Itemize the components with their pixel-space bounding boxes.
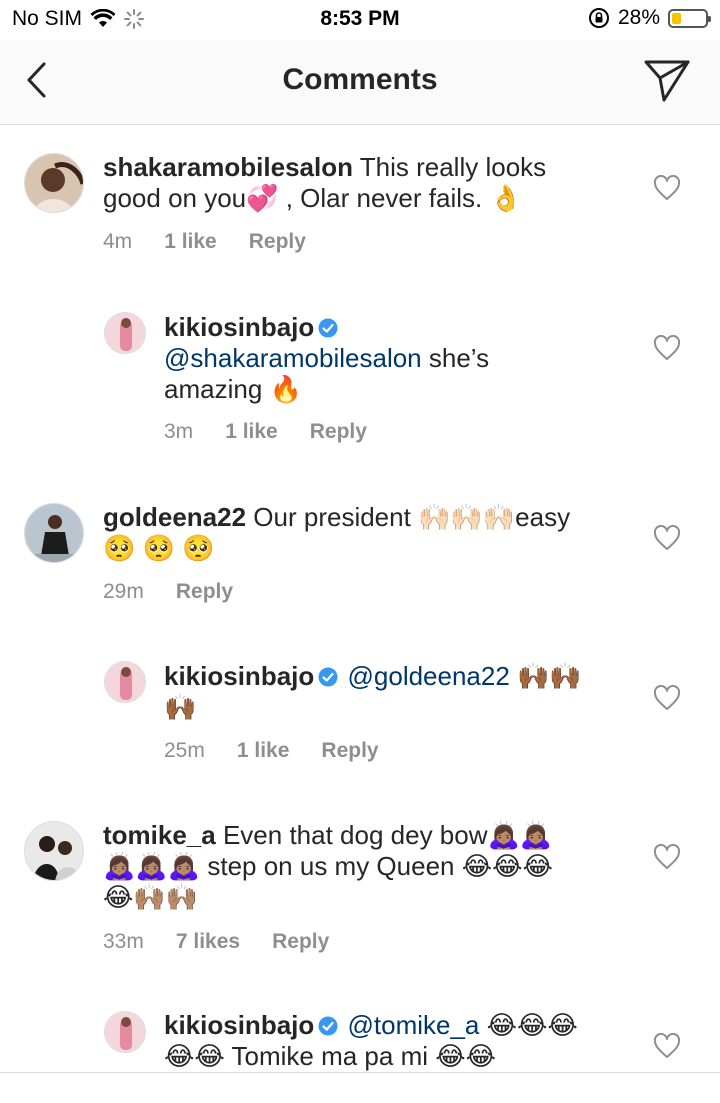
battery-icon	[668, 8, 711, 28]
verified-badge-icon	[318, 1016, 338, 1036]
comment-meta: 3m 1 like Reply	[164, 420, 367, 444]
avatar-image	[105, 1012, 145, 1052]
battery-level	[672, 12, 681, 24]
comment-time: 3m	[164, 420, 194, 443]
like-count[interactable]: 1 like	[164, 230, 217, 254]
comment-text-line: 😂🙌🏽🙌🏽	[103, 882, 199, 912]
header: Comments	[0, 40, 720, 125]
reply-item: kikiosinbajo @shakaramobilesalon she’s a…	[0, 285, 720, 445]
comment-text-line: 😂😂😂	[486, 1010, 578, 1040]
comment-composer-bar	[0, 1072, 720, 1103]
avatar[interactable]	[24, 153, 84, 213]
comment-text: kikiosinbajo @tomike_a 😂😂😂 😂😂 Tomike ma …	[164, 1010, 624, 1071]
heart-icon[interactable]	[653, 335, 681, 361]
battery-percent: 28%	[617, 6, 660, 29]
comment-meta: 4m 1 like Reply	[103, 230, 306, 254]
username[interactable]: kikiosinbajo	[164, 1010, 314, 1040]
page-title: Comments	[282, 63, 438, 96]
comment-text-line: amazing 🔥	[164, 374, 302, 404]
comment-text: kikiosinbajo @goldeena22 🙌🏾🙌🏾 🙌🏾	[164, 661, 624, 723]
comment-meta: 29m Reply	[103, 580, 233, 604]
heart-icon[interactable]	[653, 685, 681, 711]
comment-text-line: 🥺 🥺 🥺	[103, 533, 215, 563]
comment-time: 29m	[103, 580, 144, 603]
comment-text: goldeena22 Our president 🙌🏻🙌🏻🙌🏻easy 🥺 🥺 …	[103, 502, 623, 564]
username[interactable]: kikiosinbajo	[164, 661, 314, 691]
username[interactable]: goldeena22	[103, 502, 246, 532]
comment-item: goldeena22 Our president 🙌🏻🙌🏻🙌🏻easy 🥺 🥺 …	[0, 465, 720, 625]
mention-link[interactable]: @tomike_a	[348, 1010, 480, 1040]
like-count[interactable]: 1 like	[237, 739, 290, 763]
heart-icon[interactable]	[653, 1033, 681, 1059]
comment-text: kikiosinbajo @shakaramobilesalon she’s a…	[164, 312, 624, 405]
avatar[interactable]	[24, 821, 84, 881]
avatar[interactable]	[24, 503, 84, 563]
status-bar: No SIM 8:53 PM 28%	[0, 0, 720, 40]
comment-meta: 25m 1 like Reply	[164, 739, 379, 763]
comment-time: 25m	[164, 739, 205, 762]
reply-item: kikiosinbajo @tomike_a 😂😂😂 😂😂 Tomike ma …	[0, 975, 720, 1071]
avatar-image	[25, 504, 83, 562]
comment-time: 33m	[103, 930, 144, 953]
paper-plane-icon	[644, 60, 690, 102]
reply-item: kikiosinbajo @goldeena22 🙌🏾🙌🏾 🙌🏾 25m 1 l…	[0, 625, 720, 785]
comment-text: tomike_a Even that dog dey bow🙇🏽‍♀️🙇🏽‍♀️…	[103, 820, 623, 913]
avatar[interactable]	[104, 661, 146, 703]
comment-text-line: 🙌🏾	[164, 692, 197, 722]
username[interactable]: tomike_a	[103, 820, 216, 850]
comment-list: shakaramobilesalon This really looks goo…	[0, 125, 720, 1071]
avatar[interactable]	[104, 1011, 146, 1053]
comment-text-line: This really looks	[359, 152, 547, 182]
heart-icon[interactable]	[653, 175, 681, 201]
heart-icon[interactable]	[653, 525, 681, 551]
reply-button[interactable]: Reply	[176, 580, 233, 604]
username[interactable]: shakaramobilesalon	[103, 152, 353, 182]
like-count[interactable]: 7 likes	[176, 930, 240, 954]
orientation-lock-icon	[588, 8, 609, 28]
comment-meta: 33m 7 likes Reply	[103, 930, 329, 954]
verified-badge-icon	[318, 667, 338, 687]
reply-button[interactable]: Reply	[310, 420, 367, 444]
avatar-image	[25, 822, 83, 880]
comment-text-line: Even that dog dey bow🙇🏽‍♀️🙇🏽‍♀️	[222, 820, 553, 850]
comment-text-line: 🙌🏾🙌🏾	[517, 661, 582, 691]
comment-text-line: 🙇🏽‍♀️🙇🏽‍♀️🙇🏽‍♀️ step on us my Queen 😂😂😂	[103, 851, 553, 881]
reply-button[interactable]: Reply	[321, 739, 378, 763]
verified-badge-icon	[318, 318, 338, 338]
comment-text-line: 😂😂 Tomike ma pa mi 😂😂	[164, 1041, 496, 1071]
avatar-image	[105, 313, 145, 353]
like-count[interactable]: 1 like	[225, 420, 278, 444]
status-right: 28%	[588, 6, 711, 30]
reply-button[interactable]: Reply	[272, 930, 329, 954]
share-button[interactable]	[642, 58, 692, 104]
comment-text: shakaramobilesalon This really looks goo…	[103, 152, 623, 214]
comment-item: tomike_a Even that dog dey bow🙇🏽‍♀️🙇🏽‍♀️…	[0, 785, 720, 975]
reply-button[interactable]: Reply	[249, 230, 306, 254]
username[interactable]: kikiosinbajo	[164, 312, 314, 342]
avatar-image	[25, 154, 83, 212]
comment-time: 4m	[103, 230, 133, 253]
mention-link[interactable]: @goldeena22	[348, 661, 510, 691]
comment-text-line: good on you💞 , Olar never fails. 👌	[103, 183, 522, 213]
mention-link[interactable]: @shakaramobilesalon	[164, 343, 422, 373]
comment-item: shakaramobilesalon This really looks goo…	[0, 125, 720, 285]
avatar[interactable]	[104, 312, 146, 354]
heart-icon[interactable]	[653, 844, 681, 870]
avatar-image	[105, 662, 145, 702]
comment-text-line: she’s	[428, 343, 490, 373]
comment-text-line: Our president 🙌🏻🙌🏻🙌🏻easy	[253, 502, 571, 532]
